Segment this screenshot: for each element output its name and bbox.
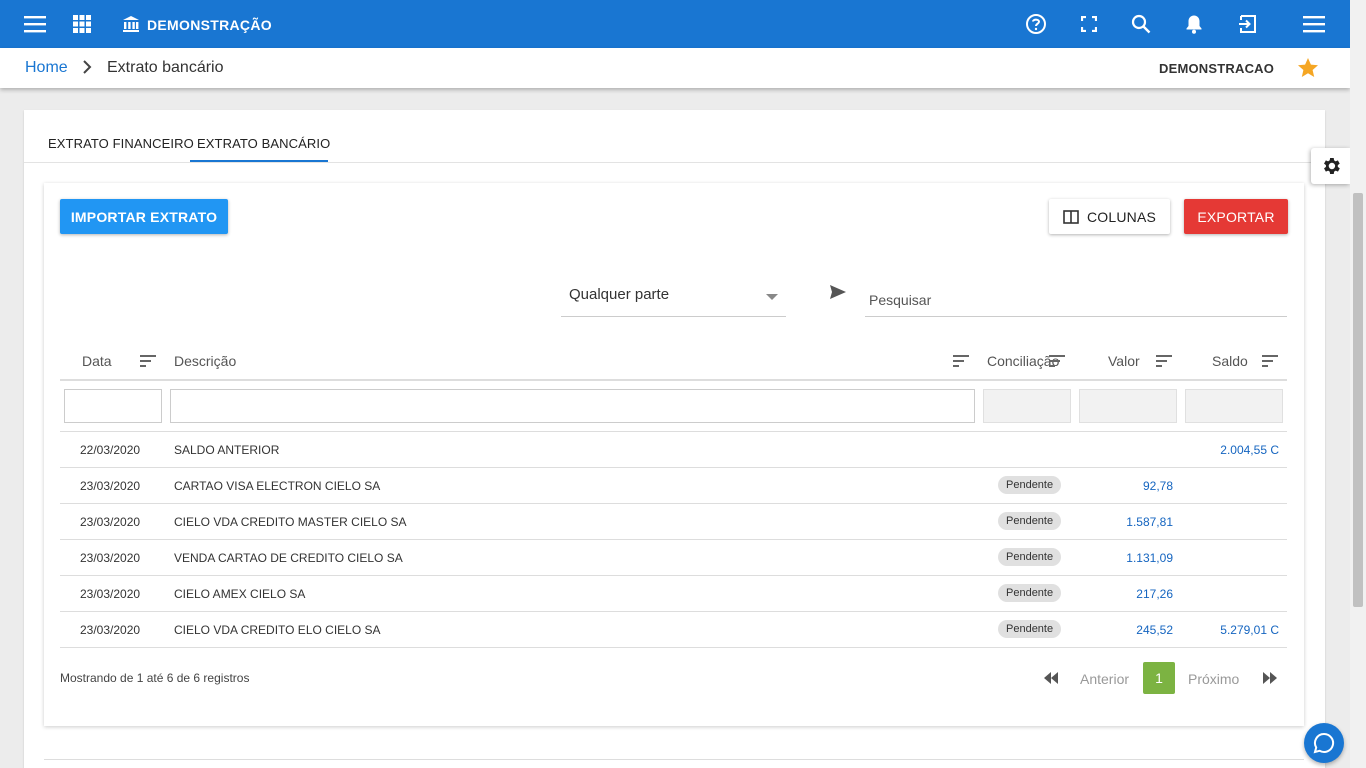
- last-page-icon[interactable]: [1263, 671, 1277, 687]
- breadcrumb: Home Extrato bancário DEMONSTRACAO: [0, 48, 1350, 88]
- previous-page-button[interactable]: Anterior: [1080, 671, 1129, 687]
- import-statement-button[interactable]: IMPORTAR EXTRATO: [60, 199, 228, 234]
- filter-description-input[interactable]: [170, 389, 975, 423]
- column-header-descricao[interactable]: Descrição: [174, 353, 236, 369]
- main-card: EXTRATO FINANCEIRO EXTRATO BANCÁRIO IMPO…: [24, 110, 1325, 768]
- search-scope-select[interactable]: Qualquer parte: [561, 276, 786, 317]
- table-header: Data Descrição Conciliação Valor Saldo: [60, 343, 1287, 381]
- chat-icon: [1313, 732, 1335, 754]
- columns-button-label: COLUNAS: [1086, 208, 1157, 225]
- tab-extrato-bancario[interactable]: EXTRATO BANCÁRIO: [197, 136, 330, 151]
- row-value: 245,52: [1136, 623, 1173, 637]
- page-scrollbar[interactable]: [1350, 0, 1366, 768]
- row-value: 217,26: [1136, 587, 1173, 601]
- sort-icon[interactable]: [953, 354, 969, 372]
- column-header-valor[interactable]: Valor: [1108, 353, 1140, 369]
- help-icon[interactable]: [1024, 12, 1048, 36]
- table-row[interactable]: 23/03/2020 CARTAO VISA ELECTRON CIELO SA…: [60, 468, 1287, 504]
- bank-icon: [119, 12, 143, 36]
- columns-button[interactable]: COLUNAS: [1049, 199, 1170, 234]
- search-scope-value: Qualquer parte: [569, 286, 670, 303]
- status-badge[interactable]: Pendente: [998, 620, 1062, 638]
- table-row[interactable]: 23/03/2020 VENDA CARTAO DE CREDITO CIELO…: [60, 540, 1287, 576]
- more-menu-icon[interactable]: [1302, 12, 1326, 36]
- sort-icon[interactable]: [1262, 354, 1278, 372]
- row-date: 23/03/2020: [80, 623, 141, 637]
- scrollbar-thumb[interactable]: [1353, 193, 1363, 607]
- row-description: CIELO VDA CREDITO ELO CIELO SA: [174, 623, 381, 637]
- search-input[interactable]: [865, 276, 1287, 317]
- sort-icon[interactable]: [1156, 354, 1172, 372]
- page-1-button[interactable]: 1: [1143, 662, 1175, 694]
- row-description: CARTAO VISA ELECTRON CIELO SA: [174, 479, 381, 493]
- tab-extrato-financeiro[interactable]: EXTRATO FINANCEIRO: [48, 136, 194, 151]
- row-description: VENDA CARTAO DE CREDITO CIELO SA: [174, 551, 403, 565]
- row-value: 1.587,81: [1126, 515, 1173, 529]
- menu-icon[interactable]: [23, 12, 47, 36]
- row-date: 23/03/2020: [80, 479, 141, 493]
- favorite-star-icon[interactable]: [1296, 56, 1320, 85]
- row-date: 23/03/2020: [80, 551, 141, 565]
- column-header-data[interactable]: Data: [82, 353, 112, 369]
- search-icon[interactable]: [1129, 12, 1153, 36]
- column-filter-row: [60, 383, 1287, 432]
- columns-icon: [1063, 209, 1079, 224]
- sort-icon[interactable]: [1049, 354, 1065, 372]
- statement-panel: IMPORTAR EXTRATO COLUNAS EXPORTAR Qualqu…: [44, 183, 1304, 726]
- chat-button[interactable]: [1304, 723, 1344, 763]
- send-icon[interactable]: [829, 284, 847, 305]
- row-description: CIELO AMEX CIELO SA: [174, 587, 306, 601]
- status-badge[interactable]: Pendente: [998, 584, 1062, 602]
- company-label: DEMONSTRACAO: [1159, 61, 1275, 76]
- tabs-divider: [24, 162, 1325, 163]
- logout-icon[interactable]: [1236, 12, 1260, 36]
- gear-icon: [1323, 158, 1340, 174]
- row-description: CIELO VDA CREDITO MASTER CIELO SA: [174, 515, 407, 529]
- table-row[interactable]: 23/03/2020 CIELO VDA CREDITO ELO CIELO S…: [60, 612, 1287, 648]
- breadcrumb-home-link[interactable]: Home: [25, 59, 68, 77]
- row-date: 23/03/2020: [80, 515, 141, 529]
- company-name[interactable]: DEMONSTRAÇÃO: [147, 17, 272, 33]
- filter-conciliation-input: [983, 389, 1071, 423]
- next-page-button[interactable]: Próximo: [1188, 671, 1239, 687]
- apps-grid-icon[interactable]: [70, 12, 94, 36]
- caret-down-icon: [766, 294, 778, 300]
- row-balance: 2.004,55 C: [1220, 443, 1279, 457]
- top-app-bar: DEMONSTRAÇÃO: [0, 0, 1350, 48]
- row-balance: 5.279,01 C: [1220, 623, 1279, 637]
- filter-value-input: [1079, 389, 1177, 423]
- row-description: SALDO ANTERIOR: [174, 443, 280, 457]
- breadcrumb-current: Extrato bancário: [107, 59, 224, 76]
- table-row[interactable]: 22/03/2020 SALDO ANTERIOR 2.004,55 C: [60, 432, 1287, 468]
- export-button[interactable]: EXPORTAR: [1184, 199, 1288, 234]
- settings-gear-button[interactable]: [1311, 148, 1350, 184]
- lower-section-divider: [44, 759, 1304, 760]
- row-value: 1.131,09: [1126, 551, 1173, 565]
- sort-icon[interactable]: [140, 354, 156, 372]
- table-row[interactable]: 23/03/2020 CIELO VDA CREDITO MASTER CIEL…: [60, 504, 1287, 540]
- table-row[interactable]: 23/03/2020 CIELO AMEX CIELO SA Pendente …: [60, 576, 1287, 612]
- chevron-right-icon: [79, 58, 95, 81]
- status-badge[interactable]: Pendente: [998, 512, 1062, 530]
- status-badge[interactable]: Pendente: [998, 548, 1062, 566]
- status-badge[interactable]: Pendente: [998, 476, 1062, 494]
- row-date: 22/03/2020: [80, 443, 141, 457]
- column-header-saldo[interactable]: Saldo: [1212, 353, 1248, 369]
- row-date: 23/03/2020: [80, 587, 141, 601]
- fullscreen-icon[interactable]: [1077, 12, 1101, 36]
- row-value: 92,78: [1142, 479, 1173, 493]
- filter-balance-input: [1185, 389, 1283, 423]
- records-summary: Mostrando de 1 até 6 de 6 registros: [60, 671, 250, 685]
- first-page-icon[interactable]: [1044, 671, 1058, 687]
- filter-date-input[interactable]: [64, 389, 162, 423]
- notifications-icon[interactable]: [1182, 12, 1206, 36]
